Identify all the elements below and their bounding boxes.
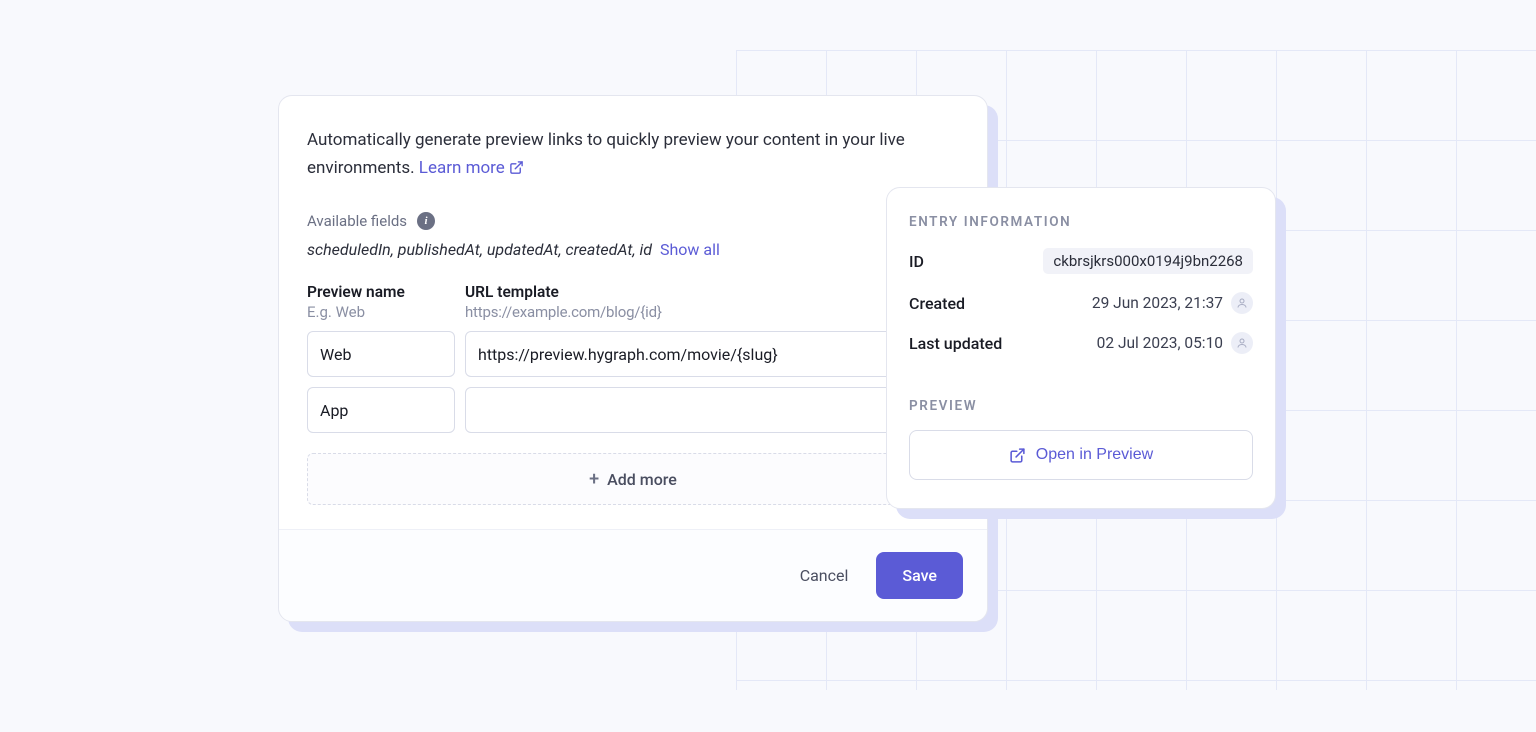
preview-name-input[interactable] — [307, 331, 455, 377]
url-template-input[interactable] — [465, 387, 959, 433]
card-footer: Cancel Save — [279, 529, 987, 621]
learn-more-link[interactable]: Learn more — [419, 158, 524, 178]
user-avatar-icon — [1231, 292, 1253, 314]
plus-icon: + — [589, 469, 599, 490]
last-updated-value: 02 Jul 2023, 05:10 — [1097, 334, 1223, 352]
info-icon[interactable]: i — [417, 212, 435, 230]
user-avatar-icon — [1231, 332, 1253, 354]
url-template-input[interactable] — [465, 331, 959, 377]
url-template-hint: https://example.com/blog/{id} — [465, 303, 959, 321]
external-link-icon — [1009, 447, 1026, 464]
available-fields-label: Available fields — [307, 212, 407, 230]
preview-section-title: PREVIEW — [909, 398, 1253, 414]
preview-urls-card: Automatically generate preview links to … — [278, 95, 988, 622]
preview-name-hint: E.g. Web — [307, 303, 455, 321]
external-link-icon — [509, 160, 524, 175]
available-fields-list: scheduledIn, publishedAt, updatedAt, cre… — [307, 240, 959, 259]
preview-name-header: Preview name — [307, 283, 455, 301]
show-all-link[interactable]: Show all — [660, 240, 720, 259]
save-button[interactable]: Save — [876, 552, 963, 599]
add-more-button[interactable]: + Add more — [307, 453, 959, 505]
url-template-header: URL template — [465, 283, 959, 301]
entry-information-title: ENTRY INFORMATION — [909, 214, 1253, 230]
created-value: 29 Jun 2023, 21:37 — [1092, 294, 1223, 312]
entry-id-value[interactable]: ckbrsjkrs000x0194j9bn2268 — [1043, 248, 1253, 274]
cancel-button[interactable]: Cancel — [800, 566, 849, 585]
entry-information-card: ENTRY INFORMATION ID ckbrsjkrs000x0194j9… — [886, 187, 1276, 509]
open-in-preview-button[interactable]: Open in Preview — [909, 430, 1253, 480]
intro-text: Automatically generate preview links to … — [307, 126, 959, 182]
id-label: ID — [909, 252, 924, 271]
preview-name-input[interactable] — [307, 387, 455, 433]
created-label: Created — [909, 294, 965, 313]
last-updated-label: Last updated — [909, 334, 1002, 353]
